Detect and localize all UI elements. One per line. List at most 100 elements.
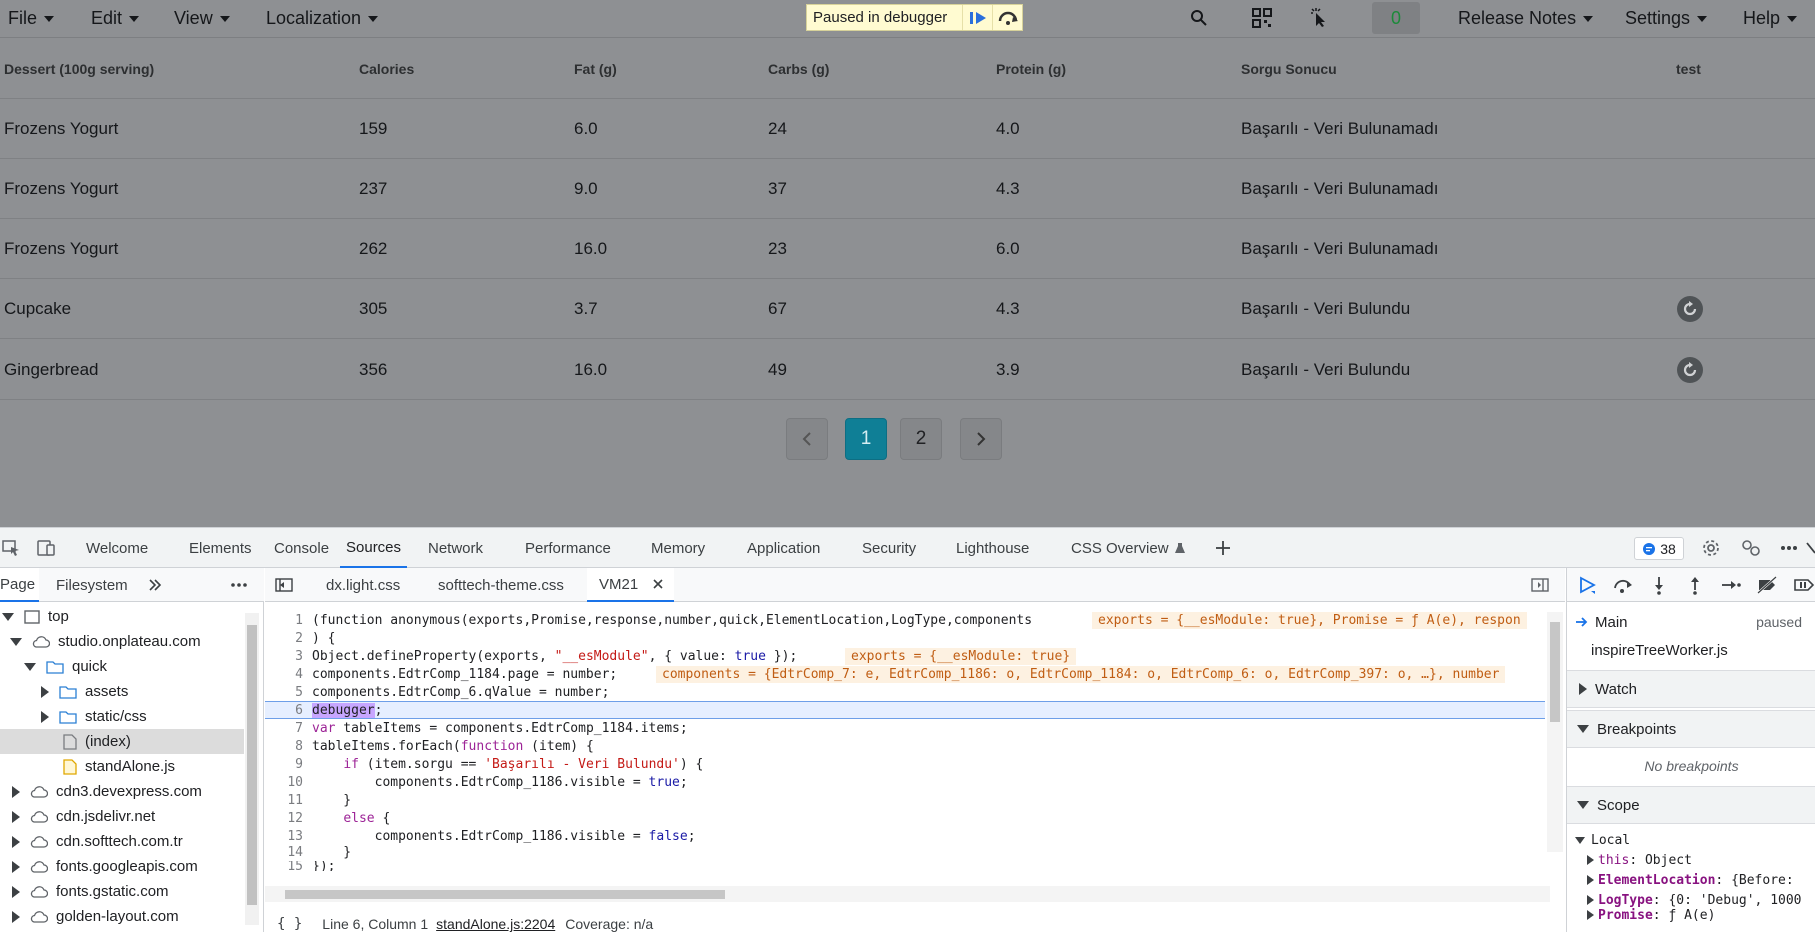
thread-inspire-tree-worker[interactable]: inspireTreeWorker.js — [1567, 636, 1815, 664]
menu-localization[interactable]: Localization — [266, 7, 379, 29]
thread-main[interactable]: Main paused — [1567, 608, 1815, 636]
tab-performance[interactable]: Performance — [525, 528, 611, 568]
column-header[interactable]: Calories — [359, 40, 414, 98]
step-over-button[interactable] — [992, 5, 1022, 30]
column-header[interactable]: Dessert (100g serving) — [4, 40, 154, 98]
table-row[interactable]: Cupcake 305 3.7 67 4.3 Başarılı - Veri B… — [0, 280, 1815, 339]
toggle-debugger-sidebar-icon[interactable] — [1531, 568, 1549, 602]
add-tab-plus-icon[interactable] — [1212, 537, 1234, 559]
tab-console[interactable]: Console — [274, 528, 329, 568]
column-header[interactable]: test — [1676, 40, 1701, 98]
tree-item-assets[interactable]: assets — [0, 679, 244, 704]
source-link[interactable]: standAlone.js:2204 — [436, 916, 555, 932]
step-into-icon[interactable] — [1647, 574, 1671, 596]
tree-item-cdn-jsdelivr[interactable]: cdn.jsdelivr.net — [0, 804, 244, 829]
pagination-page-1[interactable]: 1 — [845, 418, 887, 460]
navigator-scrollbar[interactable] — [245, 613, 259, 925]
section-watch[interactable]: Watch — [1567, 670, 1815, 708]
code-area[interactable]: 1 (function anonymous(exports,Promise,res… — [265, 611, 1545, 843]
code-line: 14 } — [287, 844, 352, 860]
tab-memory[interactable]: Memory — [651, 528, 705, 568]
tab-lighthouse[interactable]: Lighthouse — [956, 528, 1029, 568]
pretty-print-button[interactable]: { } — [277, 916, 302, 932]
tab-elements[interactable]: Elements — [189, 528, 252, 568]
settings-gear-icon[interactable] — [1700, 537, 1722, 559]
search-icon[interactable] — [1187, 6, 1211, 30]
table-row[interactable]: Gingerbread 356 16.0 49 3.9 Başarılı - V… — [0, 340, 1815, 400]
scrollbar-thumb[interactable] — [247, 625, 257, 905]
pagination-page-2[interactable]: 2 — [900, 418, 942, 460]
editor-vertical-scrollbar[interactable] — [1547, 612, 1563, 852]
close-devtools-icon[interactable] — [1805, 537, 1815, 559]
table-row[interactable]: Frozens Yogurt 262 16.0 23 6.0 Başarılı … — [0, 220, 1815, 279]
tree-item-golden-layout[interactable]: golden-layout.com — [0, 904, 244, 929]
table-row[interactable]: Frozens Yogurt 159 6.0 24 4.0 Başarılı -… — [0, 100, 1815, 159]
editor-tab-softtech-theme-css[interactable]: softtech-theme.css — [438, 568, 564, 602]
tree-item-quick[interactable]: quick — [0, 654, 244, 679]
toggle-navigator-icon[interactable] — [275, 568, 293, 602]
scrollbar-thumb[interactable] — [285, 890, 725, 899]
tree-item-top[interactable]: top — [0, 604, 244, 629]
qr-code-icon[interactable] — [1250, 6, 1274, 30]
inspect-element-icon[interactable] — [0, 537, 22, 559]
editor-tab-dx-light-css[interactable]: dx.light.css — [326, 568, 400, 602]
table-row[interactable]: Frozens Yogurt 237 9.0 37 4.3 Başarılı -… — [0, 160, 1815, 219]
column-header[interactable]: Fat (g) — [574, 40, 617, 98]
pagination-next-button[interactable] — [960, 418, 1002, 460]
tab-css-overview[interactable]: CSS Overview — [1071, 528, 1186, 568]
column-header[interactable]: Carbs (g) — [768, 40, 829, 98]
menu-release-notes[interactable]: Release Notes — [1458, 7, 1594, 29]
tree-item-fonts-gstatic[interactable]: fonts.gstatic.com — [0, 879, 244, 904]
pagination-prev-button[interactable] — [786, 418, 828, 460]
menu-help[interactable]: Help — [1743, 7, 1798, 29]
tree-item-static-css[interactable]: static/css — [0, 704, 244, 729]
refresh-icon[interactable] — [1677, 296, 1703, 322]
step-icon[interactable] — [1719, 574, 1743, 596]
refresh-icon[interactable] — [1677, 356, 1703, 383]
step-out-icon[interactable] — [1683, 574, 1707, 596]
resume-execution-icon[interactable] — [1575, 574, 1599, 596]
scope-item[interactable]: ElementLocation: {Before: — [1587, 870, 1794, 890]
scope-item[interactable]: Promise: ƒ A(e) — [1587, 908, 1715, 922]
remote-devices-icon[interactable] — [1740, 537, 1762, 559]
scope-item[interactable]: LogType: {0: 'Debug', 1000 — [1587, 890, 1802, 910]
tab-welcome[interactable]: Welcome — [86, 528, 148, 568]
device-toolbar-icon[interactable] — [35, 537, 57, 559]
scope-item[interactable]: this: Object — [1587, 850, 1692, 870]
scope-local[interactable]: Local — [1575, 830, 1630, 850]
resume-button[interactable] — [962, 5, 992, 30]
more-options-icon[interactable] — [1778, 537, 1800, 559]
issues-counter-button[interactable]: 38 — [1634, 537, 1684, 560]
editor-tab-vm21[interactable]: VM21 — [587, 568, 675, 602]
more-tabs-chevron-icon[interactable] — [148, 568, 162, 602]
column-header[interactable]: Sorgu Sonucu — [1241, 40, 1337, 98]
counter-badge[interactable]: 0 — [1372, 2, 1420, 34]
pointer-click-icon[interactable] — [1308, 6, 1332, 30]
step-over-icon[interactable] — [1611, 574, 1635, 596]
column-header[interactable]: Protein (g) — [996, 40, 1066, 98]
pause-on-exceptions-icon[interactable] — [1791, 574, 1815, 596]
tree-item-cdn-softtech[interactable]: cdn.softtech.com.tr — [0, 829, 244, 854]
menu-file[interactable]: File — [8, 7, 55, 29]
tab-application[interactable]: Application — [747, 528, 820, 568]
tab-security[interactable]: Security — [862, 528, 916, 568]
deactivate-breakpoints-icon[interactable] — [1755, 574, 1779, 596]
tree-item-studio-onplateau[interactable]: studio.onplateau.com — [0, 629, 244, 654]
menu-view[interactable]: View — [174, 7, 230, 29]
cloud-icon — [30, 835, 48, 848]
tree-item-cdn3-devexpress[interactable]: cdn3.devexpress.com — [0, 779, 244, 804]
tree-item-standalone-js[interactable]: standAlone.js — [0, 754, 244, 779]
navigator-menu-icon[interactable] — [230, 568, 248, 602]
nav-tab-filesystem[interactable]: Filesystem — [56, 568, 128, 602]
menu-settings[interactable]: Settings — [1625, 7, 1708, 29]
tree-item-fonts-googleapis[interactable]: fonts.googleapis.com — [0, 854, 244, 879]
editor-horizontal-scrollbar[interactable] — [265, 886, 1550, 902]
section-scope[interactable]: Scope — [1567, 786, 1815, 824]
tab-network[interactable]: Network — [428, 528, 483, 568]
nav-tab-page[interactable]: Page — [0, 568, 40, 602]
tree-item-index[interactable]: (index) — [0, 729, 244, 754]
scrollbar-thumb[interactable] — [1550, 622, 1560, 722]
section-breakpoints[interactable]: Breakpoints — [1567, 710, 1815, 748]
menu-edit[interactable]: Edit — [91, 7, 140, 29]
tab-sources[interactable]: Sources — [340, 528, 408, 568]
